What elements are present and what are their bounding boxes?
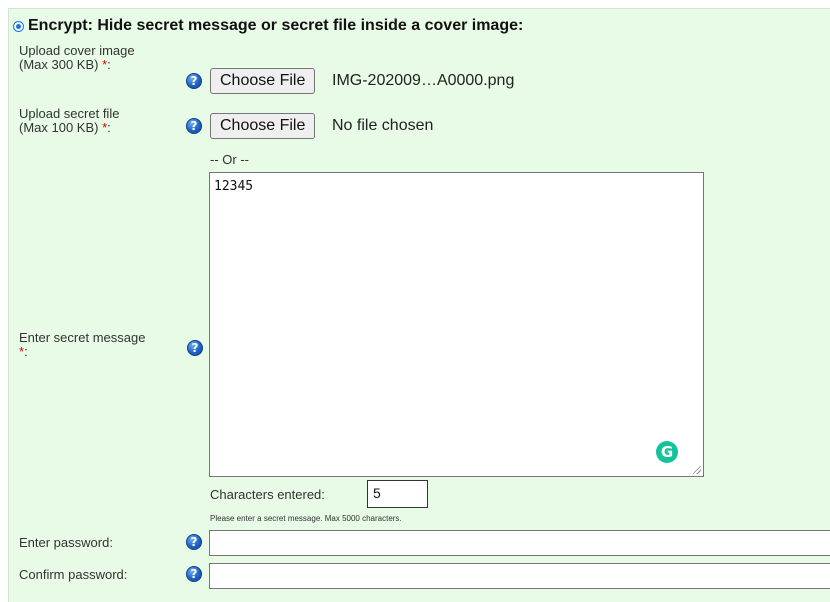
section-heading: Encrypt: Hide secret message or secret f… (28, 17, 524, 34)
confirm-password-label: Confirm password: (19, 567, 128, 582)
password-input[interactable] (209, 530, 830, 556)
secret-message-label-suffix: : (24, 344, 28, 359)
confirm-password-input[interactable] (209, 563, 830, 589)
grammarly-icon[interactable]: G (656, 441, 678, 463)
secret-file-choose-file-button[interactable]: Choose File (210, 113, 316, 139)
characters-entered-label: Characters entered: (210, 487, 325, 502)
cover-image-label: Upload cover image (Max 300 KB) *: (19, 44, 135, 72)
password-label: Enter password: (19, 535, 113, 550)
cover-image-label-suffix: : (107, 57, 111, 72)
or-separator: -- Or -- (210, 152, 249, 167)
secret-message-help-icon[interactable]: ? (187, 340, 203, 356)
secret-message-value: 12345 (214, 179, 254, 194)
characters-entered-field: 5 (367, 480, 428, 508)
secret-message-label-text: Enter secret message (19, 330, 146, 345)
secret-file-file-name: No file chosen (332, 117, 434, 134)
secret-message-label: Enter secret message *: (19, 331, 145, 359)
encrypt-mode-radio[interactable] (13, 21, 24, 32)
cover-image-help-icon[interactable]: ? (186, 73, 202, 89)
secret-file-label: Upload secret file (Max 100 KB) *: (19, 107, 119, 135)
secret-message-textarea[interactable]: 12345 (209, 172, 704, 477)
confirm-password-help-icon[interactable]: ? (186, 566, 202, 582)
password-help-icon[interactable]: ? (186, 534, 202, 550)
cover-image-max-size: (Max 300 KB) (19, 57, 99, 72)
secret-file-help-icon[interactable]: ? (186, 118, 202, 134)
cover-image-choose-file-button[interactable]: Choose File (210, 68, 316, 94)
secret-file-label-line2: (Max 100 KB) *: (19, 121, 119, 135)
secret-message-hint: Please enter a secret message. Max 5000 … (210, 514, 402, 523)
secret-file-label-suffix: : (107, 120, 111, 135)
secret-file-label-line1: Upload secret file (19, 106, 120, 121)
secret-message-label-line2: *: (19, 345, 145, 359)
cover-image-label-line2: (Max 300 KB) *: (19, 58, 135, 72)
cover-image-file-name: IMG-202009…A0000.png (332, 72, 515, 89)
resize-handle-icon[interactable] (693, 466, 701, 474)
cover-image-label-line1: Upload cover image (19, 43, 135, 58)
secret-file-max-size: (Max 100 KB) (19, 120, 99, 135)
